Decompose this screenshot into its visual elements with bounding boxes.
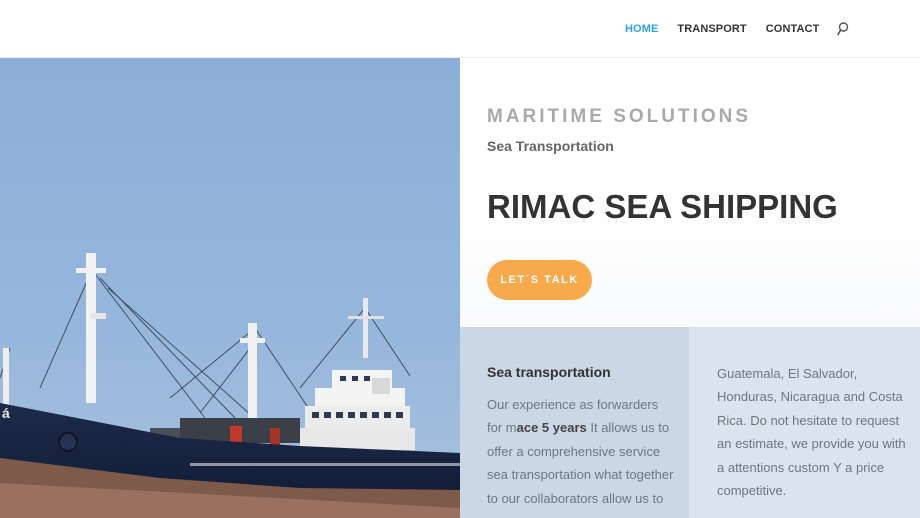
nav-item-home[interactable]: HOME bbox=[625, 23, 658, 35]
sea-transport-description: Our experience as forwarders for mace 5 … bbox=[487, 393, 677, 510]
svg-text:á: á bbox=[2, 405, 10, 421]
sea-transport-title: Sea transportation bbox=[487, 364, 611, 380]
regions-description: Guatemala, El Salvador, Honduras, Nicara… bbox=[717, 366, 906, 499]
cargo-ship-image: á bbox=[0, 58, 460, 518]
site-header: HOME TRANSPORT CONTACT bbox=[0, 0, 920, 58]
description-bold: ace 5 years bbox=[516, 420, 587, 436]
search-icon[interactable] bbox=[837, 22, 849, 36]
regions-panel: Guatemala, El Salvador, Honduras, Nicara… bbox=[689, 327, 920, 518]
lets-talk-button[interactable]: LET´S TALK bbox=[487, 260, 592, 300]
nav-item-contact[interactable]: CONTACT bbox=[766, 23, 820, 35]
hero-subline: Sea Transportation bbox=[487, 138, 614, 154]
sea-transport-panel: Sea transportation Our experience as for… bbox=[460, 327, 689, 518]
hero-section: MARITIME SOLUTIONS Sea Transportation RI… bbox=[460, 58, 920, 327]
nav-item-transport[interactable]: TRANSPORT bbox=[677, 23, 746, 35]
main-nav: HOME TRANSPORT CONTACT bbox=[625, 22, 849, 36]
hero-overline: MARITIME SOLUTIONS bbox=[487, 106, 752, 127]
page-title: RIMAC SEA SHIPPING bbox=[487, 188, 838, 225]
